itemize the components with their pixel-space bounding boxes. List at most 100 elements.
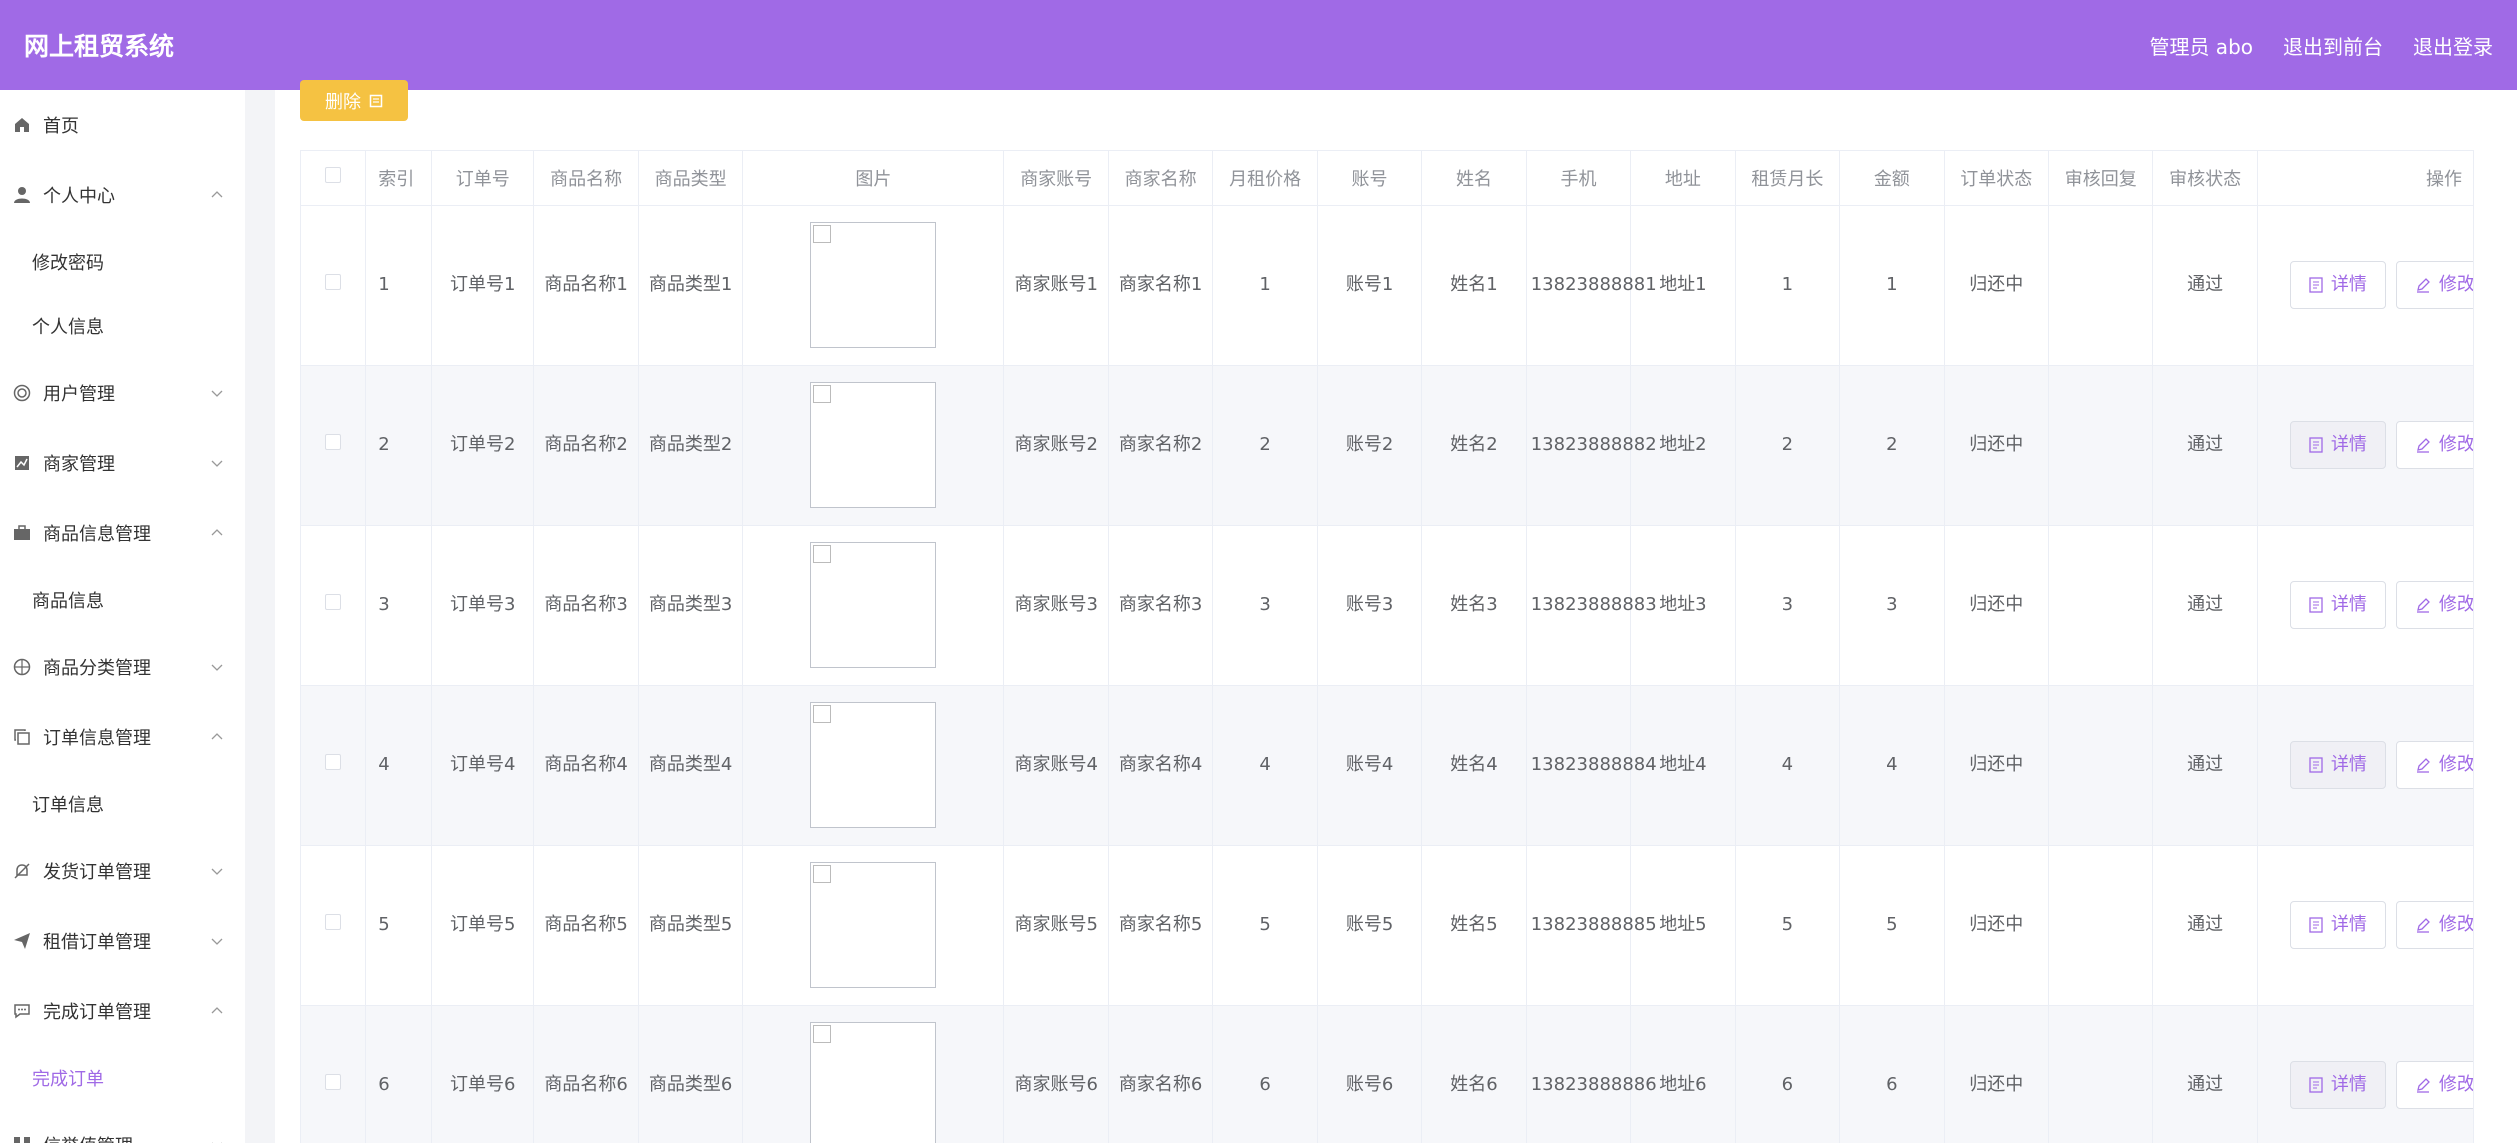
send-icon [12, 931, 32, 951]
table-cell: 4 [1735, 685, 1841, 846]
sidebar-item-4[interactable]: 商品信息管理 [0, 498, 245, 568]
back-to-front-link[interactable]: 退出到前台 [2283, 31, 2383, 60]
table-cell: 通过 [2152, 365, 2258, 526]
edit-label: 修改 [2438, 913, 2474, 935]
table-cell: 商家名称3 [1108, 525, 1214, 686]
table-cell: 2 [1839, 365, 1945, 526]
table-cell: 姓名5 [1421, 845, 1527, 1006]
detail-label: 详情 [2330, 753, 2367, 775]
edit-label: 修改 [2438, 433, 2474, 455]
row-select-cell[interactable] [301, 845, 367, 1006]
logout-link[interactable]: 退出登录 [2413, 31, 2493, 60]
table-cell: 1 [1735, 205, 1841, 366]
row-checkbox[interactable] [325, 1073, 342, 1090]
table-cell: 姓名4 [1421, 685, 1527, 846]
table-cell: 5 [365, 845, 433, 1006]
bell-off-icon [12, 861, 32, 881]
orders-table-wrap: 索引 订单号 商品名称 商品类型 图片 商家账号 商家名称 月租价格 账号 姓名 手机 地址 租赁月长金… [300, 150, 2474, 1143]
detail-button[interactable]: 详情 [2289, 581, 2386, 629]
detail-button[interactable]: 详情 [2289, 741, 2386, 789]
table-cell: 账号2 [1317, 365, 1423, 526]
row-select-cell[interactable] [301, 1005, 367, 1143]
sidebar-item-7[interactable]: 发货订单管理 [0, 836, 245, 906]
broken-image-placeholder [810, 542, 937, 668]
sidebar-item-6[interactable]: 订单信息管理 [0, 702, 245, 772]
sidebar-subitem[interactable]: 个人信息 [0, 294, 245, 358]
sidebar-item-label: 订单信息管理 [43, 728, 151, 749]
table-row: 1 订单号1 商品名称1 商品类型1 商家账号1 商家名称1 1 账号1 姓名1 13823888… [301, 205, 2473, 366]
table-cell: 商家名称5 [1108, 845, 1214, 1006]
sidebar-item-5[interactable]: 商品分类管理 [0, 632, 245, 702]
detail-button[interactable]: 详情 [2289, 421, 2386, 469]
table-cell: 4 [365, 685, 433, 846]
user-circle-icon [12, 383, 32, 403]
row-checkbox[interactable] [325, 593, 342, 610]
sidebar-item-label: 用户管理 [43, 384, 115, 405]
edit-button[interactable]: 修改 [2395, 581, 2473, 629]
edit-button[interactable]: 修改 [2395, 901, 2474, 949]
sidebar-item-10[interactable]: 信誉值管理 [0, 1110, 245, 1143]
detail-button[interactable]: 详情 [2289, 1061, 2386, 1109]
table-cell: 6 [1839, 1005, 1945, 1143]
row-select-cell[interactable] [301, 205, 367, 366]
edit-label: 修改 [2438, 1073, 2474, 1095]
table-cell: 商品名称2 [533, 365, 639, 526]
detail-label: 详情 [2330, 593, 2367, 615]
sidebar-subitem[interactable]: 修改密码 [0, 230, 245, 294]
image-cell [742, 1005, 1005, 1143]
row-checkbox[interactable] [325, 913, 342, 930]
sidebar-subitem[interactable]: 商品信息 [0, 568, 245, 632]
table-cell: 2 [365, 365, 433, 526]
row-select-cell[interactable] [301, 525, 367, 686]
actions-cell: 详情修改删除 [2257, 525, 2473, 686]
batch-delete-button[interactable]: 删除 [300, 80, 408, 121]
edit-button[interactable]: 修改 [2395, 1061, 2474, 1109]
row-select-cell[interactable] [301, 685, 367, 846]
document-icon [2309, 757, 2323, 773]
table-cell [2048, 685, 2154, 846]
detail-label: 详情 [2330, 913, 2367, 935]
chat-icon [12, 1001, 32, 1021]
sidebar-item-0[interactable]: 首页 [0, 90, 245, 160]
sidebar-item-3[interactable]: 商家管理 [0, 428, 245, 498]
sidebar-item-9[interactable]: 完成订单管理 [0, 976, 245, 1046]
edit-button[interactable]: 修改 [2395, 261, 2473, 309]
sidebar-subitem[interactable]: 订单信息 [0, 772, 245, 836]
sidebar-item-8[interactable]: 租借订单管理 [0, 906, 245, 976]
table-cell: 1 [1212, 205, 1318, 366]
table-cell: 商品类型3 [638, 525, 744, 686]
table-cell: 通过 [2152, 525, 2258, 686]
select-all-cell[interactable] [301, 151, 367, 206]
table-cell: 商品名称4 [533, 685, 639, 846]
table-cell: 商家账号5 [1003, 845, 1109, 1006]
row-checkbox[interactable] [325, 273, 342, 290]
chevron-down-icon [209, 863, 225, 879]
row-select-cell[interactable] [301, 365, 367, 526]
table-cell: 订单号1 [431, 205, 535, 366]
actions-cell: 详情修改删除 [2257, 845, 2474, 1006]
image-cell [742, 845, 1005, 1006]
image-cell [742, 525, 1005, 686]
select-all-checkbox[interactable] [325, 167, 342, 184]
edit-button[interactable]: 修改 [2395, 741, 2473, 789]
detail-button[interactable]: 详情 [2289, 261, 2386, 309]
chevron-down-icon [209, 659, 225, 675]
table-row: 4 订单号4 商品名称4 商品类型4 商家账号4 商家名称4 4 账号4 姓名4 13823888… [301, 685, 2473, 846]
chevron-down-icon [209, 1137, 225, 1143]
copy-icon [12, 727, 32, 747]
row-checkbox[interactable] [325, 753, 342, 770]
edit-button[interactable]: 修改 [2395, 421, 2474, 469]
table-cell: 13823888886 [1526, 1005, 1657, 1143]
broken-image-placeholder [810, 702, 937, 828]
document-icon [2309, 437, 2323, 453]
detail-button[interactable]: 详情 [2289, 901, 2386, 949]
sidebar-subitem[interactable]: 完成订单 [0, 1046, 245, 1110]
table-cell: 商家名称2 [1108, 365, 1214, 526]
grid-icon [12, 1135, 32, 1143]
sidebar-item-2[interactable]: 用户管理 [0, 358, 245, 428]
sidebar-item-1[interactable]: 个人中心 [0, 160, 245, 230]
table-row: 6 订单号6 商品名称6 商品类型6 商家账号6 商家名称6 6 账号6 姓名6 13823888… [301, 1005, 2474, 1143]
chevron-down-icon [209, 933, 225, 949]
row-checkbox[interactable] [325, 433, 342, 450]
sidebar-item-label: 首页 [43, 116, 79, 137]
